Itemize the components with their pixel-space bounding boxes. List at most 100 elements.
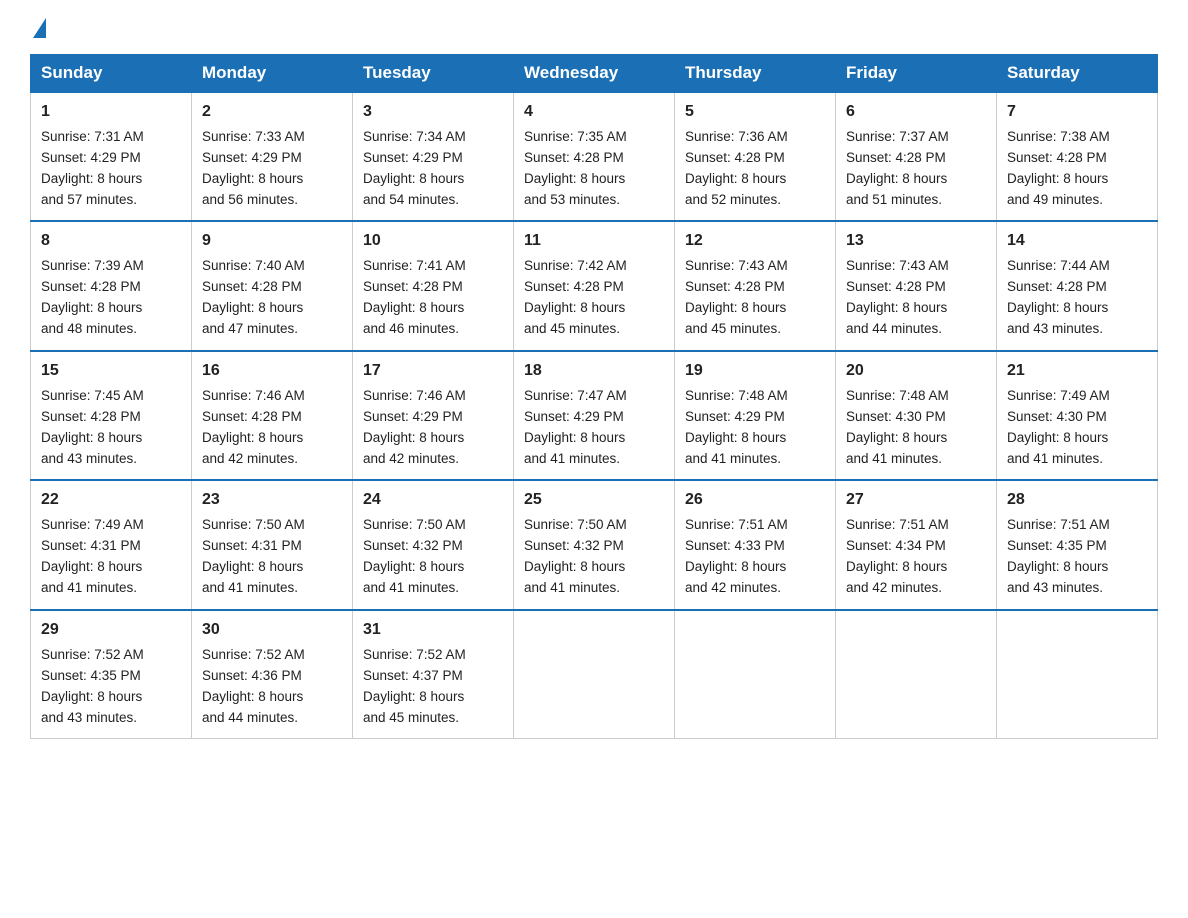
calendar-cell (675, 610, 836, 739)
sunset-text: Sunset: 4:28 PM (202, 409, 302, 424)
sunset-text: Sunset: 4:28 PM (202, 279, 302, 294)
sunset-text: Sunset: 4:34 PM (846, 538, 946, 553)
sunset-text: Sunset: 4:28 PM (846, 279, 946, 294)
day-number: 18 (524, 359, 664, 384)
daylight-minutes-text: and 45 minutes. (524, 321, 620, 336)
calendar-cell: 17 Sunrise: 7:46 AM Sunset: 4:29 PM Dayligh… (353, 351, 514, 480)
weekday-header-sunday: Sunday (31, 55, 192, 93)
daylight-text: Daylight: 8 hours (524, 300, 625, 315)
calendar-cell (514, 610, 675, 739)
daylight-text: Daylight: 8 hours (202, 559, 303, 574)
sunrise-text: Sunrise: 7:49 AM (41, 517, 144, 532)
day-number: 1 (41, 100, 181, 125)
daylight-text: Daylight: 8 hours (41, 430, 142, 445)
sunrise-text: Sunrise: 7:48 AM (685, 388, 788, 403)
day-number: 21 (1007, 359, 1147, 384)
sunset-text: Sunset: 4:35 PM (1007, 538, 1107, 553)
daylight-minutes-text: and 48 minutes. (41, 321, 137, 336)
sunset-text: Sunset: 4:30 PM (846, 409, 946, 424)
daylight-text: Daylight: 8 hours (1007, 171, 1108, 186)
day-number: 8 (41, 229, 181, 254)
sunrise-text: Sunrise: 7:40 AM (202, 258, 305, 273)
sunrise-text: Sunrise: 7:52 AM (41, 647, 144, 662)
sunrise-text: Sunrise: 7:50 AM (202, 517, 305, 532)
day-number: 28 (1007, 488, 1147, 513)
day-number: 17 (363, 359, 503, 384)
sunset-text: Sunset: 4:36 PM (202, 668, 302, 683)
daylight-text: Daylight: 8 hours (202, 171, 303, 186)
sunset-text: Sunset: 4:29 PM (363, 150, 463, 165)
daylight-minutes-text: and 43 minutes. (41, 451, 137, 466)
sunset-text: Sunset: 4:30 PM (1007, 409, 1107, 424)
daylight-text: Daylight: 8 hours (524, 430, 625, 445)
daylight-text: Daylight: 8 hours (846, 430, 947, 445)
weekday-header-tuesday: Tuesday (353, 55, 514, 93)
calendar-cell: 11Sunrise: 7:42 AMSunset: 4:28 PMDayligh… (514, 221, 675, 350)
calendar-cell: 19Sunrise: 7:48 AMSunset: 4:29 PMDayligh… (675, 351, 836, 480)
sunrise-text: Sunrise: 7:47 AM (524, 388, 627, 403)
sunrise-text: Sunrise: 7:33 AM (202, 129, 305, 144)
sunrise-text: Sunrise: 7:36 AM (685, 129, 788, 144)
calendar-cell: 22Sunrise: 7:49 AMSunset: 4:31 PMDayligh… (31, 480, 192, 609)
daylight-text: Daylight: 8 hours (846, 300, 947, 315)
daylight-minutes-text: and 41 minutes. (41, 580, 137, 595)
day-number: 2 (202, 100, 342, 125)
sunset-text: Sunset: 4:29 PM (202, 150, 302, 165)
day-number: 11 (524, 229, 664, 254)
sunrise-text: Sunrise: 7:43 AM (685, 258, 788, 273)
sunrise-text: Sunrise: 7:48 AM (846, 388, 949, 403)
daylight-minutes-text: and 57 minutes. (41, 192, 137, 207)
daylight-text: Daylight: 8 hours (524, 559, 625, 574)
sunset-text: Sunset: 4:31 PM (41, 538, 141, 553)
daylight-text: Daylight: 8 hours (41, 689, 142, 704)
daylight-text: Daylight: 8 hours (1007, 300, 1108, 315)
weekday-header-row: SundayMondayTuesdayWednesdayThursdayFrid… (31, 55, 1158, 93)
calendar-table: SundayMondayTuesdayWednesdayThursdayFrid… (30, 54, 1158, 739)
weekday-header-thursday: Thursday (675, 55, 836, 93)
sunrise-text: Sunrise: 7:49 AM (1007, 388, 1110, 403)
weekday-header-monday: Monday (192, 55, 353, 93)
week-row-4: 22Sunrise: 7:49 AMSunset: 4:31 PMDayligh… (31, 480, 1158, 609)
day-number: 14 (1007, 229, 1147, 254)
calendar-cell: 13Sunrise: 7:43 AMSunset: 4:28 PMDayligh… (836, 221, 997, 350)
day-number: 24 (363, 488, 503, 513)
daylight-minutes-text: and 46 minutes. (363, 321, 459, 336)
sunset-text: Sunset: 4:29 PM (363, 409, 463, 424)
day-number: 5 (685, 100, 825, 125)
sunset-text: Sunset: 4:28 PM (41, 279, 141, 294)
daylight-text: Daylight: 8 hours (363, 559, 464, 574)
calendar-cell: 16Sunrise: 7:46 AMSunset: 4:28 PMDayligh… (192, 351, 353, 480)
daylight-text: Daylight: 8 hours (846, 171, 947, 186)
sunrise-text: Sunrise: 7:44 AM (1007, 258, 1110, 273)
daylight-minutes-text: and 41 minutes. (1007, 451, 1103, 466)
sunrise-text: Sunrise: 7:41 AM (363, 258, 466, 273)
daylight-text: Daylight: 8 hours (202, 689, 303, 704)
sunset-text: Sunset: 4:28 PM (685, 279, 785, 294)
week-row-5: 29Sunrise: 7:52 AMSunset: 4:35 PMDayligh… (31, 610, 1158, 739)
sunrise-text: Sunrise: 7:52 AM (202, 647, 305, 662)
calendar-cell: 26Sunrise: 7:51 AMSunset: 4:33 PMDayligh… (675, 480, 836, 609)
daylight-minutes-text: and 41 minutes. (363, 580, 459, 595)
calendar-cell: 4Sunrise: 7:35 AMSunset: 4:28 PMDaylight… (514, 92, 675, 221)
daylight-text: Daylight: 8 hours (685, 300, 786, 315)
sunrise-text: Sunrise: 7:42 AM (524, 258, 627, 273)
calendar-cell: 2 Sunrise: 7:33 AM Sunset: 4:29 PM Daylight… (192, 92, 353, 221)
calendar-cell: 9Sunrise: 7:40 AMSunset: 4:28 PMDaylight… (192, 221, 353, 350)
calendar-cell: 18Sunrise: 7:47 AMSunset: 4:29 PMDayligh… (514, 351, 675, 480)
daylight-text: Daylight: 8 hours (363, 430, 464, 445)
sunrise-text: Sunrise: 7:43 AM (846, 258, 949, 273)
daylight-minutes-text: and 43 minutes. (41, 710, 137, 725)
calendar-cell: 28Sunrise: 7:51 AMSunset: 4:35 PMDayligh… (997, 480, 1158, 609)
calendar-cell (997, 610, 1158, 739)
calendar-cell: 8Sunrise: 7:39 AMSunset: 4:28 PMDaylight… (31, 221, 192, 350)
daylight-minutes-text: and 45 minutes. (363, 710, 459, 725)
day-number: 6 (846, 100, 986, 125)
daylight-minutes-text: and 45 minutes. (685, 321, 781, 336)
daylight-minutes-text: and 42 minutes. (363, 451, 459, 466)
calendar-cell: 14Sunrise: 7:44 AMSunset: 4:28 PMDayligh… (997, 221, 1158, 350)
daylight-minutes-text: and 53 minutes. (524, 192, 620, 207)
weekday-header-saturday: Saturday (997, 55, 1158, 93)
calendar-cell: 3Sunrise: 7:34 AMSunset: 4:29 PMDaylight… (353, 92, 514, 221)
sunrise-text: Sunrise: 7:46 AM (363, 388, 466, 403)
calendar-cell: 27Sunrise: 7:51 AMSunset: 4:34 PMDayligh… (836, 480, 997, 609)
